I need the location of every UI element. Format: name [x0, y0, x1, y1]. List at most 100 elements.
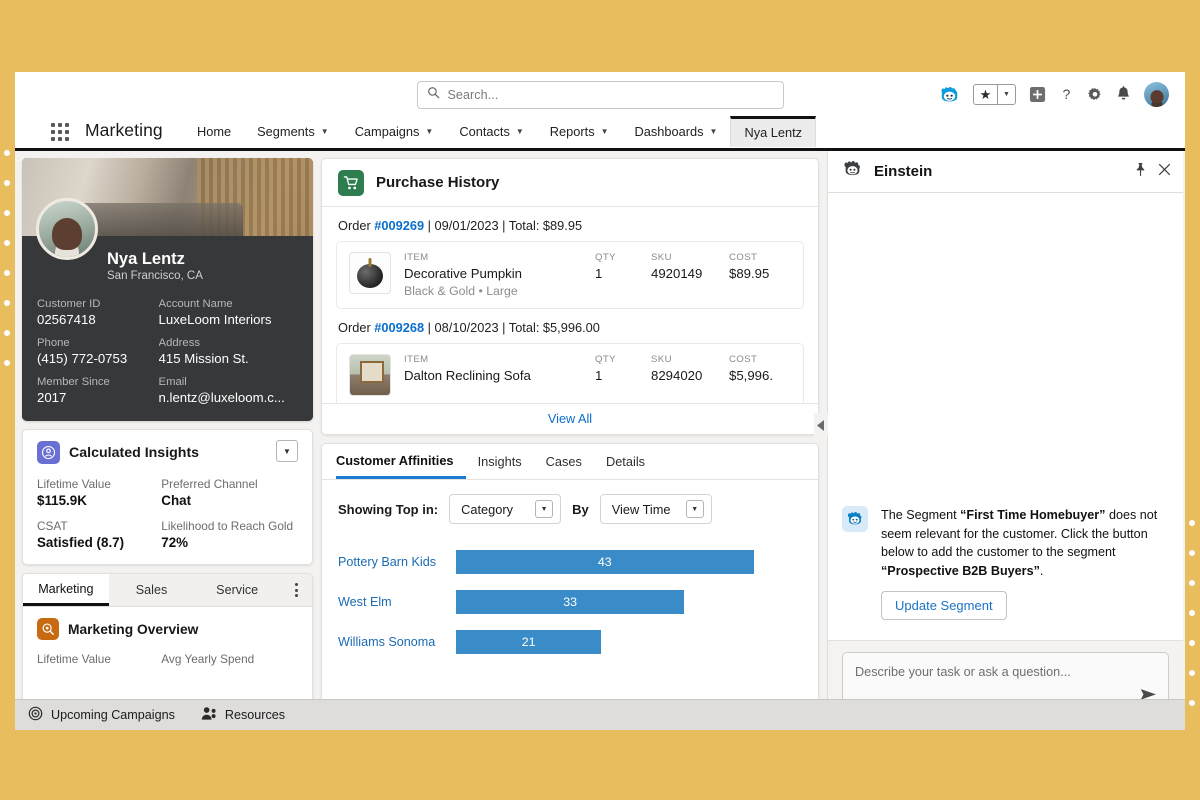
field-value: (415) 772-0753 [37, 351, 128, 366]
chart-bar-value: 21 [521, 635, 536, 649]
field-value: LuxeLoom Interiors [158, 312, 272, 327]
column-header-sku: SKU [651, 252, 672, 263]
chart-category-label[interactable]: Williams Sonoma [338, 635, 456, 649]
tab-marketing[interactable]: Marketing [23, 574, 109, 606]
order-item-row[interactable]: ITEM Decorative Pumpkin Black & Gold • L… [336, 241, 804, 309]
metric-select[interactable]: View Time ▼ [599, 494, 712, 524]
column-header-qty: QTY [595, 252, 616, 263]
order-meta: | 09/01/2023 | Total: $89.95 [424, 218, 583, 233]
order-header-line: Order #009268 | 08/10/2023 | Total: $5,9… [336, 309, 804, 343]
item-column: SKU 4920149 [651, 252, 729, 298]
item-column: COST $5,996. [729, 354, 791, 383]
einstein-icon[interactable] [939, 86, 960, 104]
order-id-link[interactable]: #009269 [374, 218, 424, 233]
chart-bar[interactable]: 21 [456, 630, 602, 654]
nav-item-nya-lentz[interactable]: Nya Lentz [730, 115, 817, 147]
chart-bar[interactable]: 43 [456, 550, 754, 574]
item-column: QTY 1 [595, 252, 651, 298]
item-column: SKU 8294020 [651, 354, 729, 383]
tab-overflow-menu-icon[interactable] [280, 574, 312, 606]
calculated-insights-menu-button[interactable]: ▼ [276, 440, 298, 462]
chart-bar-track: 33 [456, 590, 802, 614]
app-launcher-icon[interactable] [51, 123, 69, 141]
calculated-insights-title: Calculated Insights [69, 444, 200, 461]
tab-customer-affinities[interactable]: Customer Affinities [336, 444, 466, 479]
nav-item-reports[interactable]: Reports ▼ [537, 116, 622, 146]
chart-category-label[interactable]: Pottery Barn Kids [338, 555, 456, 569]
view-all-bar: View All [322, 403, 818, 434]
chart-bar-track: 21 [456, 630, 802, 654]
pin-icon[interactable] [1135, 162, 1146, 181]
nav-item-contacts[interactable]: Contacts ▼ [446, 116, 536, 146]
tab-details[interactable]: Details [594, 444, 657, 479]
utility-item-upcoming-campaigns[interactable]: Upcoming Campaigns [28, 706, 175, 724]
item-column: QTY 1 [595, 354, 651, 383]
chart-category-label[interactable]: West Elm [338, 595, 456, 609]
insight-label: Likelihood to Reach Gold [161, 519, 294, 533]
order-prefix: Order [338, 218, 375, 233]
nav-item-campaigns[interactable]: Campaigns ▼ [342, 116, 447, 146]
order-meta: | 08/10/2023 | Total: $5,996.00 [424, 320, 600, 335]
einstein-message-content: The Segment “First Time Homebuyer” does … [881, 506, 1167, 620]
nav-item-dashboards[interactable]: Dashboards ▼ [622, 116, 731, 146]
tab-insights[interactable]: Insights [466, 444, 534, 479]
favorites-group[interactable]: ★ ▼ [973, 84, 1016, 105]
purchase-history-title: Purchase History [376, 174, 500, 191]
nav-item-label: Segments [257, 123, 315, 139]
chart-row: Williams Sonoma 21 [338, 622, 802, 662]
marketing-overview-title: Marketing Overview [68, 621, 199, 637]
profile-field: Customer ID 02567418 [37, 298, 149, 327]
setup-gear-icon[interactable] [1087, 87, 1103, 103]
search-input[interactable]: Search... [448, 88, 499, 102]
field-value: n.lentz@luxeloom.c... [158, 390, 285, 405]
header-actions: ★ ▼ ? [939, 72, 1169, 117]
chart-bar[interactable]: 33 [456, 590, 685, 614]
favorites-caret-icon[interactable]: ▼ [998, 85, 1015, 104]
category-select[interactable]: Category ▼ [449, 494, 562, 524]
tab-service[interactable]: Service [194, 574, 280, 606]
update-segment-button[interactable]: Update Segment [881, 591, 1007, 620]
notifications-bell-icon[interactable] [1116, 86, 1131, 103]
item-qty: 1 [595, 266, 603, 281]
utility-item-label: Upcoming Campaigns [51, 708, 175, 722]
close-icon[interactable] [1158, 163, 1171, 181]
customer-profile-card: Nya Lentz San Francisco, CA Customer ID … [22, 158, 313, 421]
order-prefix: Order [338, 320, 375, 335]
einstein-message: The Segment “First Time Homebuyer” does … [828, 506, 1167, 620]
nav-item-home[interactable]: Home [184, 116, 244, 146]
order-id-link[interactable]: #009268 [374, 320, 424, 335]
field-label: Customer ID [37, 298, 101, 310]
global-search-box[interactable]: Search... [416, 80, 784, 109]
tab-sales[interactable]: Sales [109, 574, 195, 606]
profile-avatar [36, 198, 98, 260]
help-icon[interactable]: ? [1059, 86, 1074, 103]
nav-item-label: Home [197, 123, 232, 139]
calculated-insights-card: Calculated Insights ▼ Lifetime Value $11… [22, 429, 313, 565]
avatar[interactable] [1144, 82, 1169, 107]
insight-value: Chat [161, 493, 192, 508]
orders-list[interactable]: Order #009269 | 09/01/2023 | Total: $89.… [322, 207, 818, 403]
field-label: Account Name [158, 298, 233, 310]
insight-item: CSAT Satisfied (8.7) [37, 519, 161, 550]
utility-item-resources[interactable]: Resources [201, 706, 285, 724]
profile-field: Address 415 Mission St. [159, 337, 298, 366]
calculated-insights-icon [37, 441, 60, 464]
chart-row: Pottery Barn Kids 43 [338, 542, 802, 582]
item-sku: 4920149 [651, 266, 703, 281]
panel-collapse-toggle[interactable] [814, 413, 828, 437]
sprocket-holes-left [4, 150, 10, 390]
new-item-icon[interactable] [1029, 86, 1046, 103]
tab-label: Cases [545, 454, 582, 469]
affinities-tabs: Customer Affinities Insights Cases Detai… [322, 444, 818, 480]
order-item-row[interactable]: ITEM Dalton Reclining Sofa QTY 1 SKU 829… [336, 343, 804, 403]
view-all-link[interactable]: View All [548, 412, 592, 426]
favorites-star-icon[interactable]: ★ [974, 85, 998, 104]
nav-item-segments[interactable]: Segments ▼ [244, 116, 342, 146]
global-header: Search... ★ ▼ ? [15, 72, 1185, 117]
people-icon [201, 706, 217, 724]
einstein-header-actions [1135, 162, 1171, 181]
insight-item: Likelihood to Reach Gold 72% [161, 519, 298, 550]
einstein-message-text: The Segment “First Time Homebuyer” does … [881, 508, 1158, 578]
pumpkin-thumbnail [349, 252, 391, 294]
tab-cases[interactable]: Cases [534, 444, 594, 479]
